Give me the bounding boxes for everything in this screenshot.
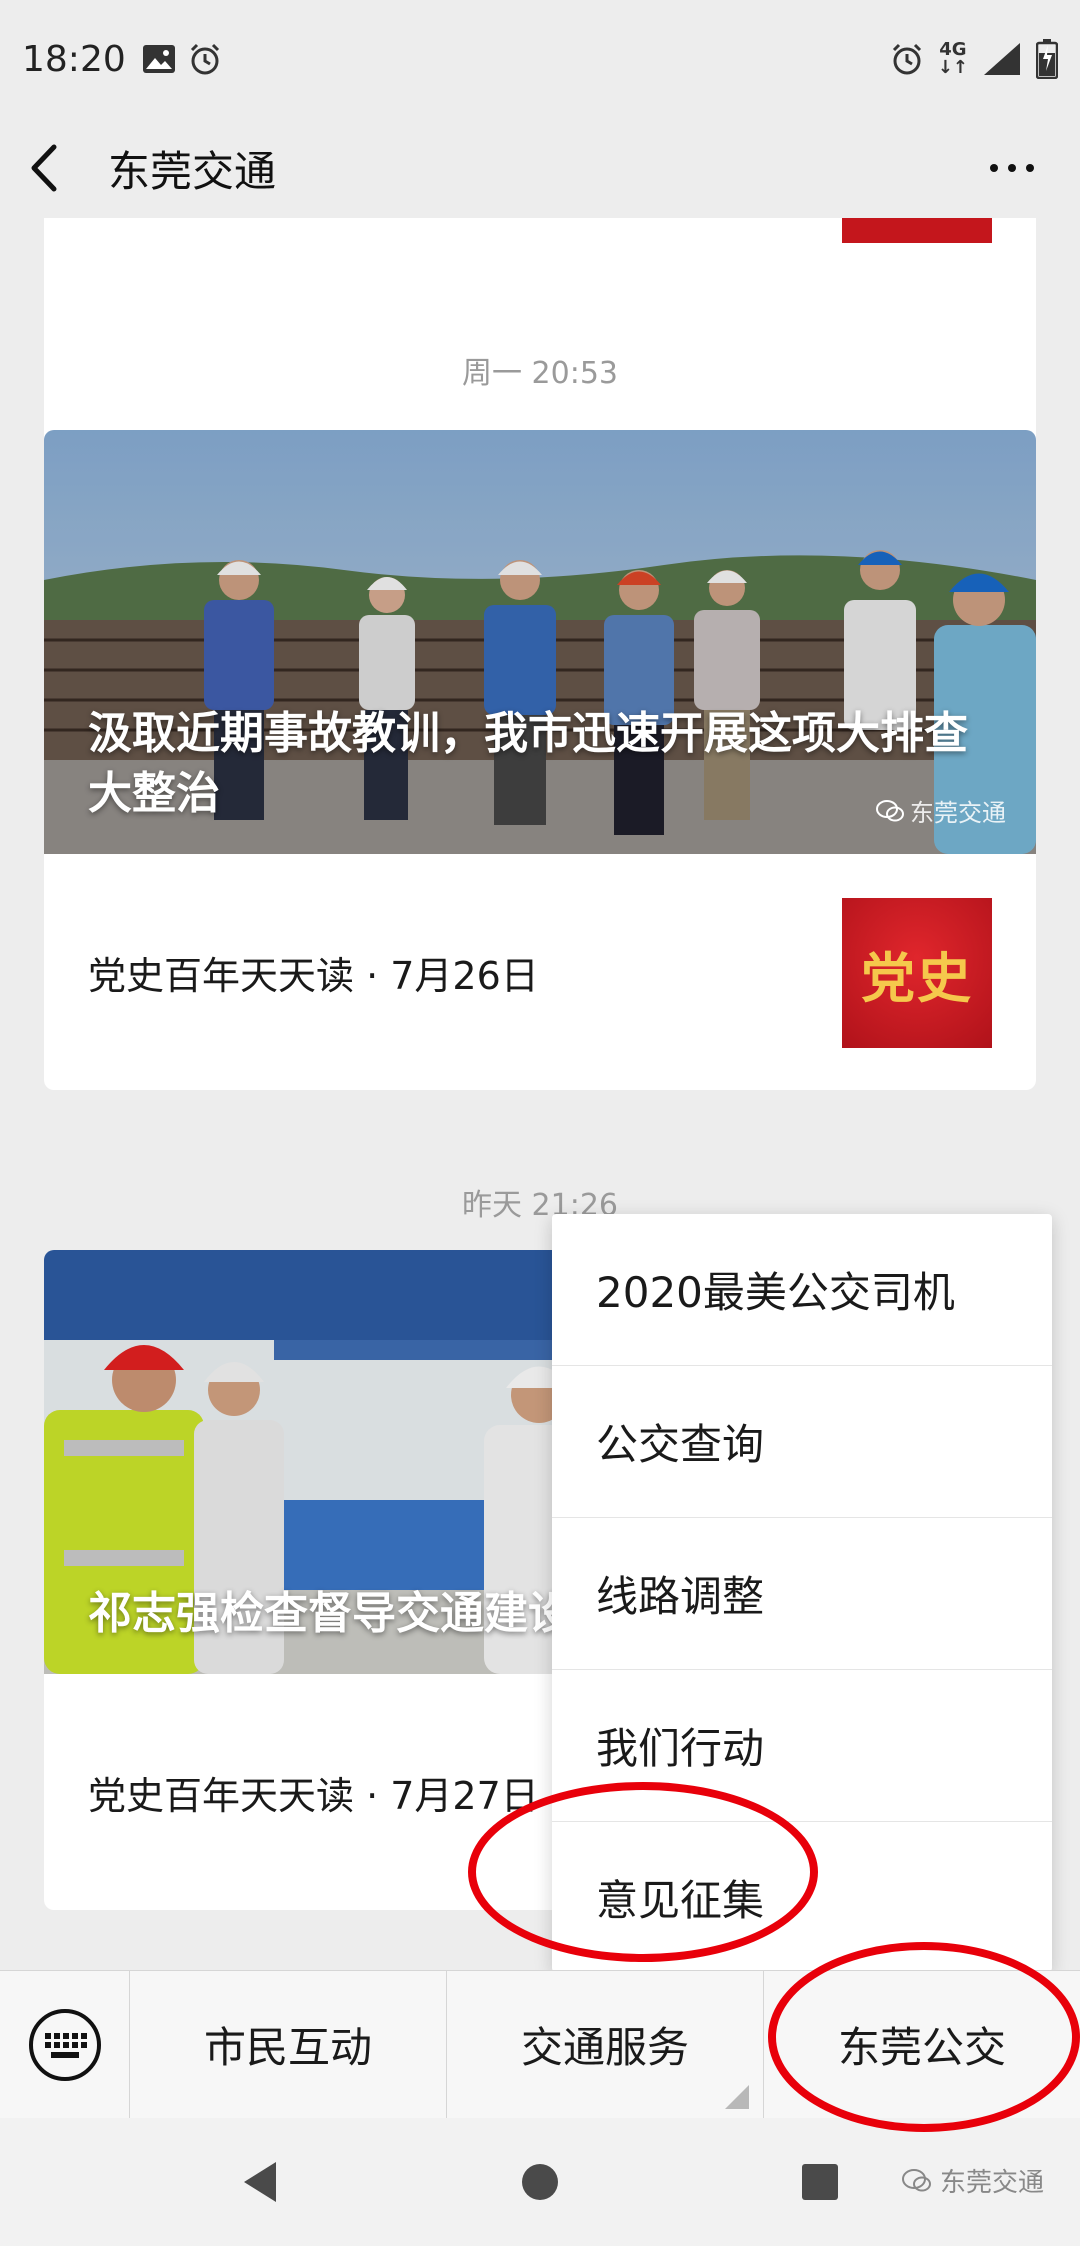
menu-tab-traffic-service[interactable]: 交通服务 [446, 1970, 763, 2119]
keyboard-icon [28, 2008, 101, 2081]
message-timestamp: 周一 20:53 [462, 356, 618, 391]
submenu-item-feedback-collection[interactable]: 意见征集 [552, 1822, 1052, 1972]
watermark-label: 东莞交通 [939, 2168, 1044, 2198]
image-notification-icon [142, 45, 175, 73]
watermark: 东莞交通 [876, 793, 1006, 828]
menu-tab-label: 交通服务 [520, 2023, 689, 2072]
network-4g-icon: 4G ↓↑ [937, 39, 968, 78]
network-label: 4G [939, 39, 967, 60]
dot [1026, 164, 1034, 172]
page-title: 东莞交通 [108, 146, 277, 196]
status-time: 18:20 [22, 38, 126, 80]
back-button[interactable] [28, 128, 84, 208]
menu-tab-citizen-interaction[interactable]: 市民互动 [130, 1971, 446, 2119]
nav-recents-icon[interactable] [800, 2162, 840, 2202]
chat-header: 东莞交通 [0, 118, 1080, 218]
official-account-menu-bar: 市民互动 交通服务 东莞公交 [0, 1970, 1080, 2119]
alarm-icon [190, 43, 219, 75]
sub-article-thumbnail: 党史 [842, 898, 992, 1048]
thumbnail-text: 党史 [861, 945, 973, 1010]
article-thumbnail [842, 218, 992, 243]
watermark: 东莞交通 [901, 2162, 1044, 2199]
sub-article-title: 党史百年天天读 · 7月27日 [88, 1773, 539, 1818]
menu-tab-dongguan-bus[interactable]: 东莞公交 [763, 1970, 1080, 2119]
status-bar: 18:20 4G ↓↑ [0, 0, 1080, 118]
submenu-popup: 2020最美公交司机 公交查询 线路调整 我们行动 意见征集 [552, 1214, 1052, 1972]
sub-article-row[interactable]: 党史百年天天读 · 7月26日 党史 [44, 854, 1036, 1090]
menu-tab-label: 市民互动 [203, 2023, 372, 2072]
submenu-item-our-actions[interactable]: 我们行动 [552, 1670, 1052, 1822]
keyboard-toggle-button[interactable] [0, 1970, 130, 2119]
battery-icon [1036, 39, 1058, 79]
alarm-icon-right [892, 43, 921, 75]
signal-icon [984, 43, 1020, 75]
system-nav-bar: 东莞交通 [0, 2118, 1080, 2246]
nav-back-icon[interactable] [240, 2160, 280, 2204]
wechat-icon [901, 2168, 931, 2191]
article-title: 汲取近期事故教训，我市迅速开展这项大排查大整治 [88, 708, 968, 819]
submenu-indicator-icon [725, 2084, 749, 2109]
dot [990, 164, 998, 172]
submenu-item-route-adjustment[interactable]: 线路调整 [552, 1518, 1052, 1670]
wechat-icon [876, 799, 904, 821]
nav-home-icon[interactable] [520, 2162, 560, 2202]
article-card[interactable]: 汲取近期事故教训，我市迅速开展这项大排查大整治 东莞交通 党史百年天天读 · 7… [44, 430, 1036, 1090]
menu-tab-label: 东莞公交 [837, 2023, 1006, 2072]
dot [1008, 164, 1016, 172]
submenu-item-best-bus-driver[interactable]: 2020最美公交司机 [552, 1214, 1052, 1366]
chevron-left-icon [31, 144, 57, 192]
more-options-button[interactable] [972, 128, 1052, 208]
sub-article-title: 党史百年天天读 · 7月26日 [88, 953, 539, 998]
article-hero-image[interactable]: 汲取近期事故教训，我市迅速开展这项大排查大整治 东莞交通 [44, 430, 1036, 854]
submenu-item-bus-query[interactable]: 公交查询 [552, 1366, 1052, 1518]
watermark-label: 东莞交通 [910, 799, 1006, 827]
